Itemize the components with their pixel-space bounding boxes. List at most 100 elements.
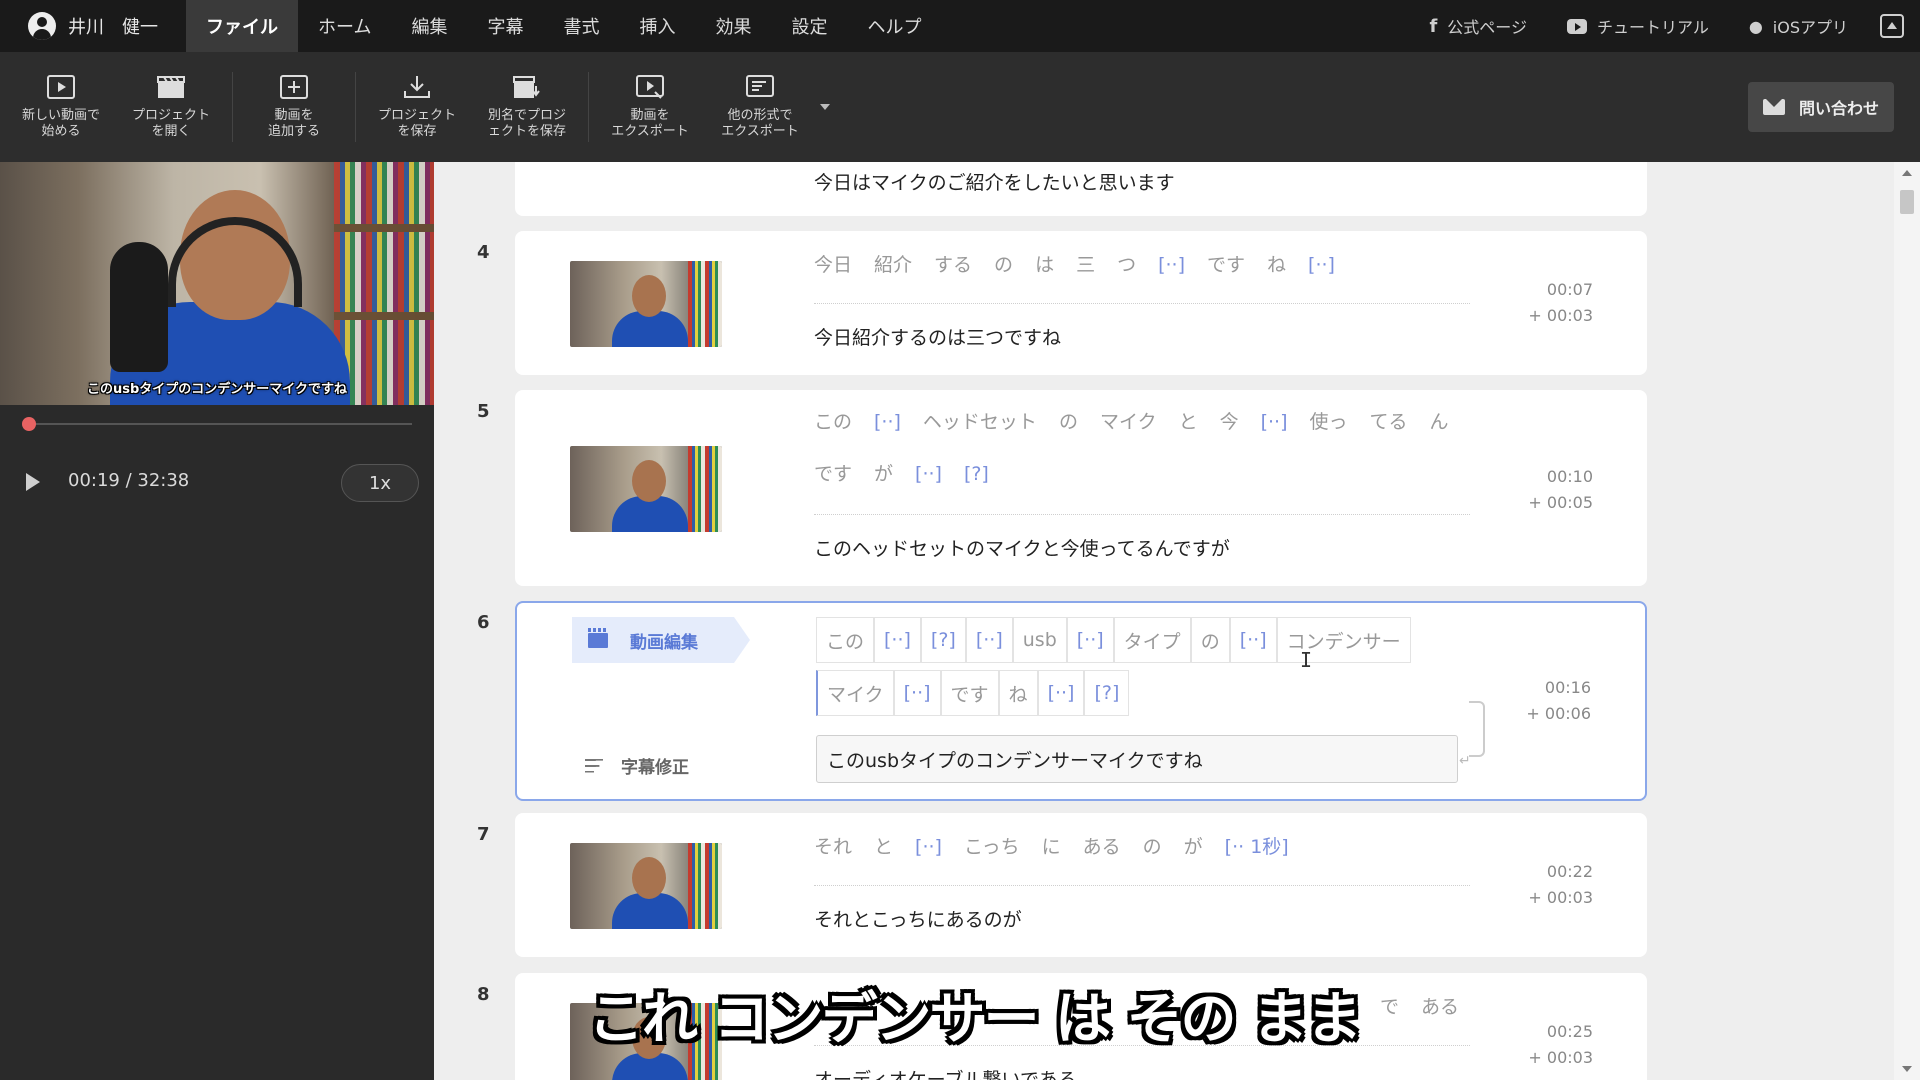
word-token[interactable]: の [1143,836,1162,858]
add-video-button[interactable]: 動画を 追加する [239,57,349,157]
pause-token[interactable]: [··] [1261,411,1288,433]
pause-token[interactable]: [··] [1308,254,1335,276]
word-tokens[interactable]: それと [··] こっちにあるのが [·· 1秒] [814,821,1470,873]
word-chip[interactable]: です [940,670,999,716]
word-token[interactable]: は [1035,254,1054,276]
subtitle-text[interactable]: 今日はマイクのご紹介をしたいと思います [814,168,1175,195]
tutorial-link[interactable]: チュートリアル [1547,14,1729,38]
clip-thumbnail[interactable] [570,446,722,532]
word-token[interactable]: 今 [1220,411,1239,433]
vertical-scrollbar[interactable] [1894,162,1920,1080]
word-chip-editor[interactable]: この [··] [?] [··] usb [··] タイプの [··] コンデンサー マイク [·… [816,617,1456,723]
word-token[interactable]: ね [1267,254,1286,276]
word-token[interactable]: こっち [964,836,1020,858]
subtitle-text[interactable]: オーディオケーブル繋いである [814,1065,1077,1080]
subtitle-text[interactable]: このヘッドセットのマイクと今使ってるんですが [814,534,1230,561]
word-chip[interactable]: タイプ [1113,617,1191,663]
scroll-up-icon[interactable] [1902,170,1912,176]
word-token[interactable]: に [1042,836,1061,858]
unknown-token[interactable]: [?] [964,463,989,485]
export-video-button[interactable]: 動画を エクスポート [595,57,705,157]
transcript-row-5[interactable]: この [··] ヘッドセットのマイクと今 [··] 使っ てるんですが [··] [?] この… [515,390,1647,586]
pause-chip[interactable]: [··] [1037,670,1085,716]
pause-token[interactable]: [··] [915,836,942,858]
menu-effects[interactable]: 効果 [695,0,771,52]
menu-format[interactable]: 書式 [543,0,619,52]
word-token[interactable]: 三 [1076,254,1095,276]
clip-thumbnail[interactable] [570,261,722,347]
word-token[interactable]: ヘッドセット [923,411,1037,433]
word-chip[interactable]: この [816,617,875,663]
word-token[interactable]: 使っ [1310,411,1348,433]
play-icon[interactable] [24,472,44,492]
word-token[interactable]: ん [1430,411,1449,433]
subtitle-fix-tag[interactable]: 字幕修正 [585,753,689,778]
video-edit-tag[interactable]: 動画編集 [572,617,750,663]
contact-button[interactable]: 問い合わせ [1748,82,1894,132]
pause-chip[interactable]: [··] [1229,617,1277,663]
pause-token[interactable]: [··] [874,411,901,433]
word-token[interactable]: 今日 [814,254,852,276]
menu-settings[interactable]: 設定 [771,0,847,52]
subtitle-text[interactable]: 今日紹介するのは三つですね [814,323,1061,350]
transcript-row-6-selected[interactable]: 動画編集 この [··] [?] [··] usb [··] タイプの [··] コンデンサー … [515,601,1647,801]
word-chip[interactable]: コンデンサー [1276,617,1411,663]
playback-speed-button[interactable]: 1x [341,464,419,502]
transcript-row-4[interactable]: 今日 紹介 するのは三つ [··] ですね [··] 今日紹介するのは三つですね 00:0… [515,231,1647,375]
pause-1s-token[interactable]: [·· 1秒] [1225,836,1289,858]
menu-subtitle[interactable]: 字幕 [467,0,543,52]
save-as-button[interactable]: 別名でプロジ ェクトを保存 [472,57,582,157]
export-other-button[interactable]: 他の形式で エクスポート [705,57,815,157]
transcript-row-3[interactable]: 今日はマイクのご紹介をしたいと思います [515,162,1647,216]
word-chip[interactable]: の [1190,617,1230,663]
word-token[interactable]: てる [1370,411,1408,433]
word-token[interactable]: と [1179,411,1198,433]
scroll-thumb[interactable] [1900,190,1914,214]
unknown-chip[interactable]: [?] [1084,670,1130,716]
clip-thumbnail[interactable] [570,843,722,929]
pause-chip[interactable]: [··] [893,670,941,716]
word-token[interactable]: と [874,836,893,858]
save-project-button[interactable]: プロジェクト を保存 [362,57,472,157]
official-page-link[interactable]: f 公式ページ [1409,14,1547,38]
menu-help[interactable]: ヘルプ [847,0,941,52]
menu-home[interactable]: ホーム [298,0,391,52]
word-token[interactable]: です [814,463,852,485]
open-project-button[interactable]: プロジェクト を開く [116,57,226,157]
word-chip[interactable]: マイク [816,670,894,716]
seek-handle[interactable] [21,417,36,431]
transcript-row-7[interactable]: それと [··] こっちにあるのが [·· 1秒] それとこっちにあるのが 00:22… [515,813,1647,957]
user-account[interactable]: 井川 健一 [0,0,186,52]
subtitle-text[interactable]: それとこっちにあるのが [814,905,1022,932]
pause-chip[interactable]: [··] [965,617,1013,663]
video-preview[interactable]: このusbタイプのコンデンサーマイクですね [0,162,434,405]
pause-token[interactable]: [··] [915,463,942,485]
word-token[interactable]: ある [1421,996,1459,1018]
word-chip[interactable]: ね [998,670,1038,716]
word-token[interactable]: する [934,254,972,276]
word-token[interactable]: それ [814,836,852,858]
word-token[interactable]: で [1380,996,1399,1018]
word-token[interactable]: つ [1117,254,1136,276]
new-video-button[interactable]: 新しい動画で 始める [6,57,116,157]
word-tokens[interactable]: 今日 紹介 するのは三つ [··] ですね [··] [814,239,1470,291]
ios-app-link[interactable]: ● iOSアプリ [1729,14,1868,38]
subtitle-input[interactable]: このusbタイプのコンデンサーマイクですね [816,735,1458,783]
word-token[interactable]: の [1059,411,1078,433]
word-token[interactable]: の [994,254,1013,276]
menu-file[interactable]: ファイル [186,0,298,52]
word-token[interactable]: です [1207,254,1245,276]
word-token[interactable]: ある [1083,836,1121,858]
word-token[interactable]: が [874,463,893,485]
menu-insert[interactable]: 挿入 [619,0,695,52]
export-dropdown-button[interactable] [815,57,835,157]
word-token[interactable]: 紹介 [874,254,912,276]
seek-bar[interactable] [21,417,412,431]
word-tokens[interactable]: この [··] ヘッドセットのマイクと今 [··] 使っ てるんですが [··] [?] [814,396,1470,500]
unknown-chip[interactable]: [?] [920,617,966,663]
word-token[interactable]: マイク [1100,411,1157,433]
pause-chip[interactable]: [··] [874,617,921,663]
scroll-down-icon[interactable] [1902,1066,1912,1072]
pause-chip[interactable]: [··] [1066,617,1114,663]
collapse-toolbar-button[interactable] [1880,14,1904,38]
